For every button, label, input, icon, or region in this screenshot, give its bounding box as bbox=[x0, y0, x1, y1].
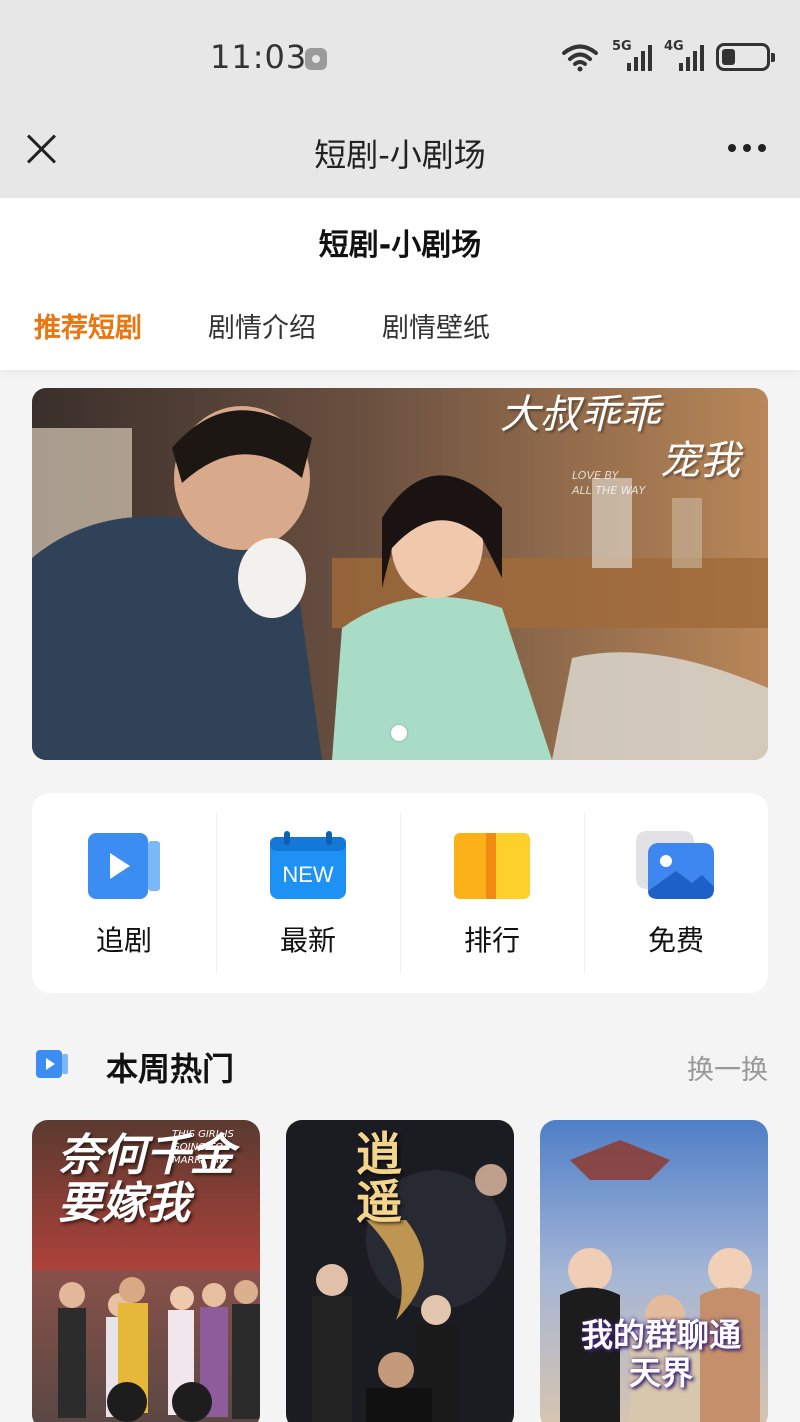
tab-recommended[interactable]: 推荐短剧 bbox=[34, 306, 142, 345]
menu-free[interactable]: 免费 bbox=[584, 793, 768, 993]
svg-text:NEW: NEW bbox=[282, 862, 334, 887]
status-icons: 5G 4G bbox=[560, 39, 775, 74]
status-bar: 11:03 5G 4G bbox=[0, 0, 800, 100]
video-play-icon bbox=[36, 1050, 68, 1078]
section-title: 本周热门 bbox=[106, 1050, 235, 1088]
refresh-button[interactable]: 换一换 bbox=[687, 1048, 768, 1087]
quick-menu: 追剧 NEW 最新 排行 免费 bbox=[32, 793, 768, 993]
wifi-icon bbox=[562, 44, 598, 72]
drama-poster[interactable]: 我的群聊通天界 bbox=[540, 1120, 768, 1422]
menu-follow[interactable]: 追剧 bbox=[32, 793, 216, 993]
menu-ranking[interactable]: 排行 bbox=[400, 793, 584, 993]
drama-poster[interactable]: 奈何千金要嫁我 THIS GIRL IS GOING TO MARRY ME bbox=[32, 1120, 260, 1422]
poster-title: 逍遥 bbox=[356, 1127, 402, 1230]
banner-subtitle: LOVE BY ALL THE WAY bbox=[572, 469, 646, 498]
poster-subtitle: THIS GIRL IS GOING TO MARRY ME bbox=[172, 1129, 234, 1166]
title-bar: 短剧-小剧场 bbox=[0, 100, 800, 198]
page-title: 短剧-小剧场 bbox=[318, 228, 482, 263]
signal-4g-icon: 4G bbox=[664, 39, 704, 73]
signal-5g-icon: 5G bbox=[612, 39, 652, 73]
status-time: 11:03 bbox=[210, 38, 308, 76]
screen-record-icon bbox=[305, 48, 327, 70]
carousel-indicator[interactable] bbox=[391, 725, 407, 741]
weekly-hot-header: 本周热门 换一换 bbox=[32, 1040, 768, 1090]
tab-bar: 推荐短剧 剧情介绍 剧情壁纸 bbox=[34, 306, 490, 345]
tab-wallpaper[interactable]: 剧情壁纸 bbox=[382, 306, 490, 345]
page-header: 短剧-小剧场 推荐短剧 剧情介绍 剧情壁纸 bbox=[0, 198, 800, 370]
new-calendar-icon: NEW bbox=[270, 831, 346, 899]
window-title: 短剧-小剧场 bbox=[314, 136, 486, 174]
battery-level bbox=[722, 49, 735, 65]
banner-carousel[interactable]: 大叔乖乖 宠我 LOVE BY ALL THE WAY bbox=[32, 388, 768, 760]
poster-title: 我的群聊通天界 bbox=[580, 1316, 741, 1393]
battery-icon bbox=[716, 43, 775, 71]
drama-poster[interactable]: 逍遥 bbox=[286, 1120, 514, 1422]
image-gallery-icon bbox=[636, 831, 714, 899]
ranking-icon bbox=[454, 833, 530, 899]
more-icon[interactable] bbox=[728, 144, 766, 152]
tab-plot-intro[interactable]: 剧情介绍 bbox=[208, 306, 316, 345]
menu-newest[interactable]: NEW 最新 bbox=[216, 793, 400, 993]
video-play-icon bbox=[88, 833, 160, 899]
